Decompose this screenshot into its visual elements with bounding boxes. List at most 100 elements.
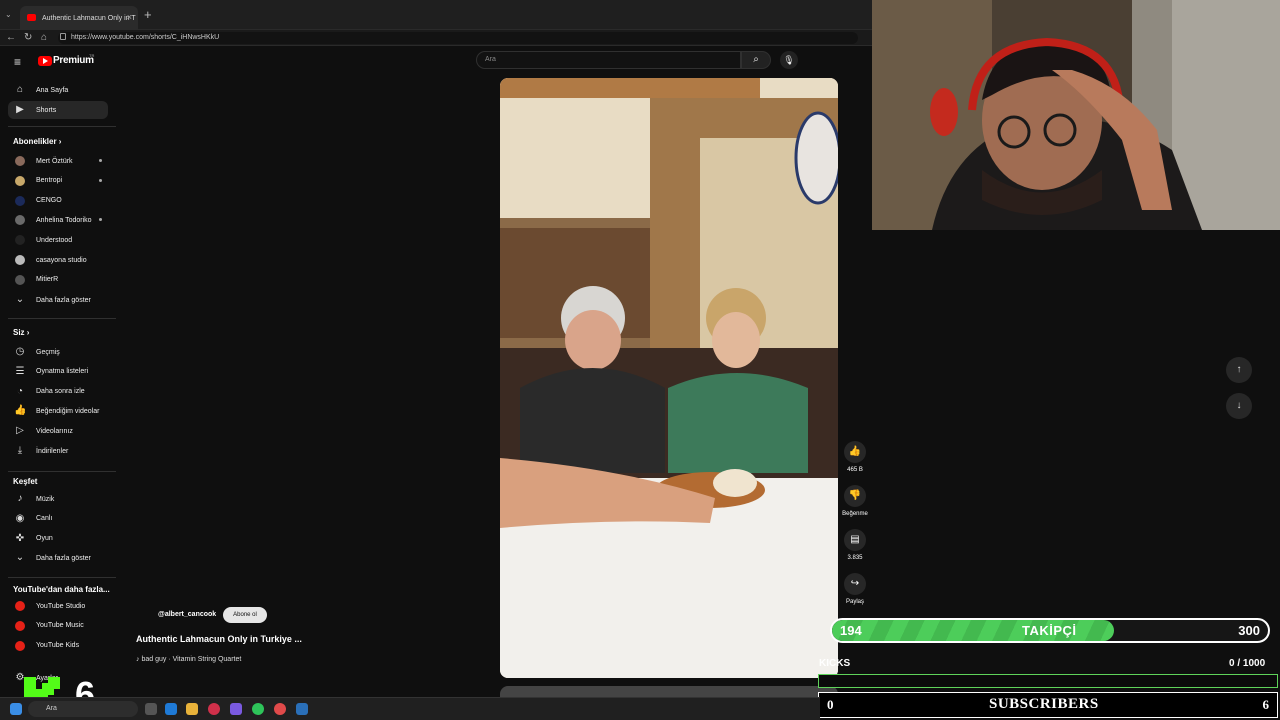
sidebar-item[interactable]: ◔ Daha sonra izle <box>8 383 108 401</box>
whatsapp-icon[interactable] <box>252 703 264 715</box>
search-input[interactable]: Ara <box>476 51 741 69</box>
next-short-preview[interactable] <box>500 686 838 697</box>
new-content-dot <box>99 218 102 222</box>
sidebar-item[interactable]: ✜ Oyun <box>8 530 108 548</box>
sidebar-item[interactable]: CENGO <box>8 192 108 210</box>
task-view-icon[interactable] <box>145 703 157 715</box>
channel-avatar <box>15 255 25 265</box>
dislike-icon[interactable]: 👎 <box>844 485 866 507</box>
like-icon[interactable]: 👍 <box>844 441 866 463</box>
sidebar-item[interactable]: 👍 Beğendiğim videolar <box>8 402 108 420</box>
video-icon: ▷ <box>16 425 24 437</box>
back-icon[interactable]: ← <box>6 31 16 45</box>
channel-name[interactable]: @albert_cancook <box>158 611 216 618</box>
sidebar-item[interactable]: ☰ Oynatma listeleri <box>8 363 108 381</box>
sidebar-item[interactable]: YouTube Music <box>8 617 108 635</box>
sidebar-item-label: Ana Sayfa <box>36 86 69 94</box>
sidebar-item-label: Daha sonra izle <box>36 388 85 396</box>
kick-counter: 6 <box>75 674 96 698</box>
address-bar[interactable]: https://www.youtube.com/shorts/C_iHNwsHK… <box>58 32 858 44</box>
more-from-youtube-heading: YouTube'dan daha fazla... <box>13 585 110 594</box>
sidebar-item[interactable]: ⤓ İndirilenler <box>8 442 108 460</box>
comment-icon[interactable]: ▤ <box>844 529 866 551</box>
sidebar: ⌂ Ana Sayfa ▶ Shorts Abonelikler › Mert … <box>0 47 120 697</box>
new-tab-icon[interactable]: + <box>144 8 152 21</box>
follower-goal: 300 <box>1238 623 1260 638</box>
voice-search-button[interactable]: 🎙 <box>780 51 798 69</box>
sidebar-item-label: YouTube Music <box>36 622 84 630</box>
sidebar-item[interactable]: YouTube Studio <box>8 597 108 615</box>
mic-icon: 🎙 <box>783 55 795 65</box>
divider <box>8 126 116 127</box>
sidebar-item[interactable]: ♪ Müzik <box>8 490 108 508</box>
like-count: 465 B <box>847 467 863 473</box>
next-short-button[interactable]: ↓ <box>1226 393 1252 419</box>
sidebar-item[interactable]: MitierR <box>8 271 108 289</box>
channel-avatar <box>15 215 25 226</box>
browser-icon[interactable] <box>165 703 177 715</box>
clock-icon: ◔ <box>16 385 24 397</box>
sidebar-item-label: CENGO <box>36 197 62 205</box>
tab-list-icon[interactable]: ⌄ <box>5 10 12 19</box>
sidebar-item[interactable]: ◷ Geçmiş <box>8 343 108 361</box>
sidebar-item[interactable]: Mert Öztürk <box>8 152 108 170</box>
sidebar-item[interactable]: ◉ Canlı <box>8 510 108 528</box>
sidebar-item-label: Mert Öztürk <box>36 157 73 165</box>
show-more-label: Daha fazla göster <box>36 296 91 304</box>
home-icon[interactable]: ⌂ <box>41 31 47 45</box>
sidebar-item-label: YouTube Studio <box>36 602 86 610</box>
dislike-action[interactable]: 👎 Beğenme <box>842 485 868 517</box>
download-icon: ⤓ <box>17 445 23 456</box>
webcam-image <box>872 0 1280 230</box>
sidebar-item[interactable]: Bentropi <box>8 172 108 190</box>
channel-avatar <box>15 156 25 166</box>
show-more-button[interactable]: ⌄ Daha fazla göster <box>8 291 108 309</box>
sidebar-item-label: MitierR <box>36 276 59 284</box>
subscribers-label: SUBSCRIBERS <box>989 696 1099 712</box>
sidebar-item[interactable]: Anhelina Todoriko <box>8 211 108 229</box>
sidebar-item-label: Shorts <box>36 106 57 114</box>
show-more-button[interactable]: ⌄ Daha fazla göster <box>8 549 108 567</box>
previous-short-button[interactable]: ↑ <box>1226 357 1252 383</box>
folder-icon[interactable] <box>186 703 198 715</box>
browser-tab[interactable]: Authentic Lahmacun Only in T × <box>20 6 138 30</box>
app-icon[interactable] <box>208 703 220 715</box>
subscriptions-heading[interactable]: Abonelikler › <box>13 137 61 146</box>
search-icon: ⌕ <box>753 54 759 65</box>
subscribers-goal: 6 <box>1262 697 1270 712</box>
telegram-icon[interactable] <box>296 703 308 715</box>
tab-title: Authentic Lahmacun Only in T <box>42 14 136 22</box>
obs-icon[interactable] <box>274 703 286 715</box>
kick-logo-icon <box>24 677 60 697</box>
short-video-player[interactable] <box>500 78 838 678</box>
youtube-favicon-icon <box>27 14 36 21</box>
site-info-icon[interactable] <box>60 33 66 40</box>
music-link[interactable]: ♪ bad guy · Vitamin String Quartet <box>136 656 241 663</box>
reload-icon[interactable]: ↻ <box>24 31 32 45</box>
like-icon: 👍 <box>14 405 27 417</box>
you-heading[interactable]: Siz › <box>13 328 29 337</box>
like-action[interactable]: 👍 465 B <box>842 441 868 473</box>
share-icon[interactable]: ↪ <box>844 573 866 595</box>
discord-icon[interactable] <box>230 703 242 715</box>
sidebar-item[interactable]: YouTube Kids <box>8 637 108 655</box>
sidebar-item[interactable]: casayona studio <box>8 251 108 269</box>
sidebar-item-home[interactable]: ⌂ Ana Sayfa <box>8 81 108 99</box>
comments-action[interactable]: ▤ 3.835 <box>842 529 868 561</box>
subscribe-button[interactable]: Abone ol <box>223 607 267 623</box>
share-action[interactable]: ↪ Paylaş <box>842 573 868 605</box>
close-tab-icon[interactable]: × <box>127 12 132 22</box>
taskbar-search[interactable]: Ara <box>28 701 138 717</box>
comment-count: 3.835 <box>847 555 863 561</box>
search-button[interactable]: ⌕ <box>741 51 771 69</box>
start-icon[interactable] <box>10 703 22 715</box>
sidebar-item-label: Geçmiş <box>36 348 60 356</box>
sidebar-item[interactable]: ▷ Videolarınız <box>8 422 108 440</box>
playlist-icon: ☰ <box>15 365 25 377</box>
video-title[interactable]: Authentic Lahmacun Only in Turkiye ... <box>136 634 302 644</box>
kicks-count: 0 / 1000 <box>1229 658 1266 669</box>
sidebar-item[interactable]: Understood <box>8 231 108 249</box>
chevron-down-icon: ⌄ <box>15 552 25 563</box>
youtube-app-icon <box>15 601 25 611</box>
sidebar-item-shorts[interactable]: ▶ Shorts <box>8 101 108 119</box>
